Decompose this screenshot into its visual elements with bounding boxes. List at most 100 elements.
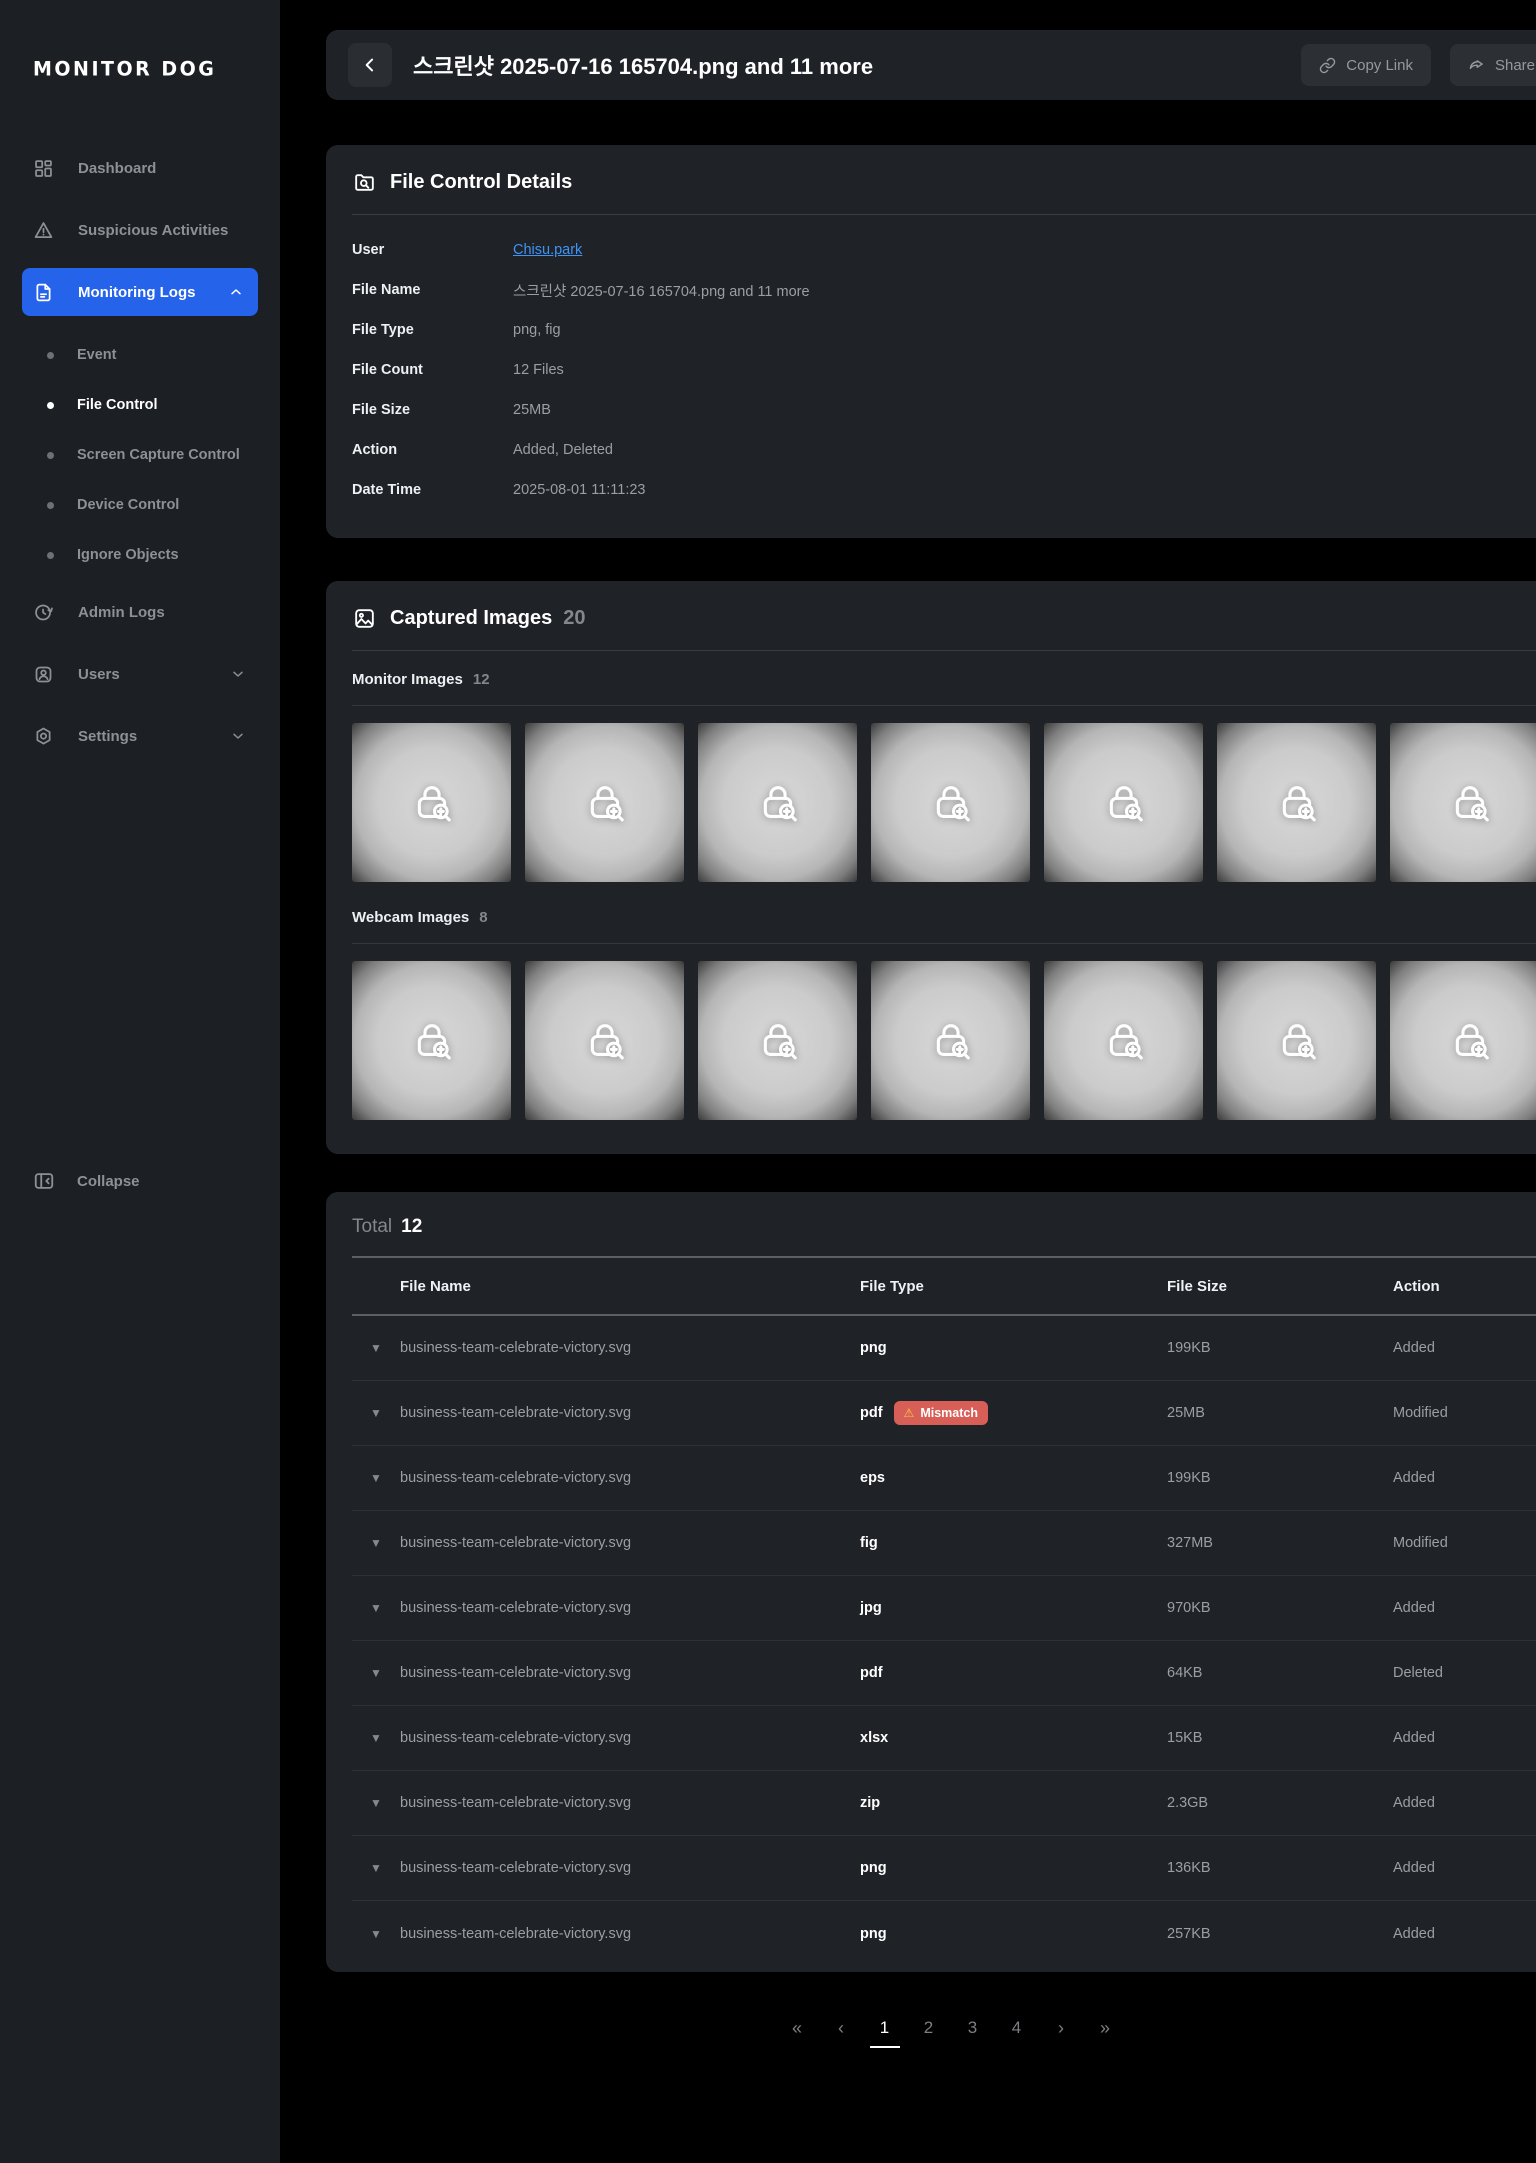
locked-image-thumbnail[interactable] <box>525 961 684 1120</box>
cell-file-name: business-team-celebrate-victory.svg <box>400 1665 860 1681</box>
lock-zoom-icon <box>1447 1018 1493 1064</box>
folder-search-icon <box>352 170 377 195</box>
row-expand-caret-icon[interactable]: ▼ <box>352 1861 400 1875</box>
sidebar-item-dashboard[interactable]: Dashboard <box>0 144 280 192</box>
row-expand-caret-icon[interactable]: ▼ <box>352 1341 400 1355</box>
sidebar-subitem-ignore-objects[interactable]: Ignore Objects <box>0 530 280 580</box>
row-expand-caret-icon[interactable]: ▼ <box>352 1666 400 1680</box>
locked-image-thumbnail[interactable] <box>525 723 684 882</box>
pagination-first-button[interactable]: « <box>782 2016 812 2049</box>
table-row[interactable]: ▼ business-team-celebrate-victory.svg pd… <box>352 1381 1536 1446</box>
sidebar-subitem-device-control[interactable]: Device Control <box>0 480 280 530</box>
cell-action: Modified <box>1393 1405 1536 1421</box>
sidebar-subitem-label: File Control <box>77 397 158 413</box>
user-link[interactable]: Chisu.park <box>513 242 582 258</box>
table-body: ▼ business-team-celebrate-victory.svg pn… <box>352 1316 1536 1966</box>
sidebar-item-settings[interactable]: Settings <box>0 712 280 760</box>
locked-image-thumbnail[interactable] <box>1217 723 1376 882</box>
group-count: 8 <box>479 909 487 926</box>
locked-image-thumbnail[interactable] <box>871 723 1030 882</box>
group-header: Webcam Images 8 <box>352 889 1536 944</box>
locked-image-thumbnail[interactable] <box>1044 723 1203 882</box>
row-expand-caret-icon[interactable]: ▼ <box>352 1471 400 1485</box>
file-type-text: pdf <box>860 1665 883 1681</box>
sidebar-subitem-file-control[interactable]: File Control <box>0 380 280 430</box>
detail-field-label: File Count <box>352 362 513 378</box>
detail-field-label: User <box>352 242 513 258</box>
cell-file-size: 15KB <box>1167 1730 1393 1746</box>
pagination-last-button[interactable]: » <box>1090 2016 1120 2049</box>
lock-zoom-icon <box>755 1018 801 1064</box>
table-row[interactable]: ▼ business-team-celebrate-victory.svg xl… <box>352 1706 1536 1771</box>
sidebar-subitem-event[interactable]: Event <box>0 330 280 380</box>
pagination-page-2[interactable]: 2 <box>914 2016 944 2048</box>
locked-image-thumbnail[interactable] <box>698 723 857 882</box>
locked-image-thumbnail[interactable] <box>1390 723 1536 882</box>
cell-action: Added <box>1393 1795 1536 1811</box>
column-header-file-name: File Name <box>400 1278 860 1295</box>
user-icon <box>33 664 54 685</box>
pagination-page-3[interactable]: 3 <box>958 2016 988 2048</box>
locked-image-thumbnail[interactable] <box>871 961 1030 1120</box>
row-expand-caret-icon[interactable]: ▼ <box>352 1927 400 1941</box>
sidebar-item-monitoring-logs[interactable]: Monitoring Logs <box>22 268 258 316</box>
copy-link-button[interactable]: Copy Link <box>1301 44 1431 86</box>
cell-file-size: 327MB <box>1167 1535 1393 1551</box>
pagination-next-button[interactable]: › <box>1046 2016 1076 2049</box>
locked-image-thumbnail[interactable] <box>352 723 511 882</box>
cell-file-size: 25MB <box>1167 1405 1393 1421</box>
sidebar-item-suspicious-activities[interactable]: Suspicious Activities <box>0 206 280 254</box>
column-header-file-type: File Type <box>860 1278 1167 1295</box>
pagination-page-1[interactable]: 1 <box>870 2016 900 2048</box>
lock-zoom-icon <box>582 1018 628 1064</box>
cell-action: Added <box>1393 1926 1536 1942</box>
pagination-page-4[interactable]: 4 <box>1002 2016 1032 2048</box>
sidebar-subitem-label: Event <box>77 347 117 363</box>
row-expand-caret-icon[interactable]: ▼ <box>352 1406 400 1420</box>
table-row[interactable]: ▼ business-team-celebrate-victory.svg pd… <box>352 1641 1536 1706</box>
column-header-action: Action <box>1393 1278 1536 1295</box>
sidebar-item-admin-logs[interactable]: Admin Logs <box>0 588 280 636</box>
file-type-text: pdf <box>860 1405 883 1421</box>
cell-file-name: business-team-celebrate-victory.svg <box>400 1730 860 1746</box>
sidebar-item-users[interactable]: Users <box>0 650 280 698</box>
back-button[interactable] <box>348 43 392 87</box>
row-expand-caret-icon[interactable]: ▼ <box>352 1731 400 1745</box>
locked-image-thumbnail[interactable] <box>1390 961 1536 1120</box>
lock-zoom-icon <box>582 780 628 826</box>
cell-file-type: png <box>860 1860 1167 1876</box>
cell-file-size: 257KB <box>1167 1926 1393 1942</box>
lock-zoom-icon <box>1101 1018 1147 1064</box>
cell-action: Added <box>1393 1340 1536 1356</box>
row-expand-caret-icon[interactable]: ▼ <box>352 1536 400 1550</box>
table-row[interactable]: ▼ business-team-celebrate-victory.svg zi… <box>352 1771 1536 1836</box>
locked-image-thumbnail[interactable] <box>698 961 857 1120</box>
cell-action: Deleted <box>1393 1665 1536 1681</box>
chevron-down-icon[interactable] <box>230 666 246 682</box>
group-label: Webcam Images <box>352 909 469 926</box>
table-row[interactable]: ▼ business-team-celebrate-victory.svg pn… <box>352 1316 1536 1381</box>
history-clock-icon <box>33 602 54 623</box>
table-row[interactable]: ▼ business-team-celebrate-victory.svg pn… <box>352 1901 1536 1966</box>
collapse-sidebar-icon <box>33 1170 55 1192</box>
locked-image-thumbnail[interactable] <box>1217 961 1376 1120</box>
table-row[interactable]: ▼ business-team-celebrate-victory.svg fi… <box>352 1511 1536 1576</box>
share-icon <box>1468 57 1485 74</box>
table-row[interactable]: ▼ business-team-celebrate-victory.svg ep… <box>352 1446 1536 1511</box>
locked-image-thumbnail[interactable] <box>1044 961 1203 1120</box>
row-expand-caret-icon[interactable]: ▼ <box>352 1601 400 1615</box>
cell-action: Added <box>1393 1470 1536 1486</box>
group-count: 12 <box>473 671 490 688</box>
pagination-prev-button[interactable]: ‹ <box>826 2016 856 2049</box>
sidebar-collapse-button[interactable]: Collapse <box>0 1158 280 1204</box>
locked-image-thumbnail[interactable] <box>352 961 511 1120</box>
share-button[interactable]: Share <box>1450 44 1536 86</box>
thumbnail-row <box>352 961 1536 1120</box>
chevron-down-icon[interactable] <box>230 728 246 744</box>
row-expand-caret-icon[interactable]: ▼ <box>352 1796 400 1810</box>
table-row[interactable]: ▼ business-team-celebrate-victory.svg jp… <box>352 1576 1536 1641</box>
sidebar-subitem-screen-capture-control[interactable]: Screen Capture Control <box>0 430 280 480</box>
warning-icon: ⚠ <box>904 1406 915 1420</box>
table-row[interactable]: ▼ business-team-celebrate-victory.svg pn… <box>352 1836 1536 1901</box>
file-type-text: png <box>860 1860 887 1876</box>
